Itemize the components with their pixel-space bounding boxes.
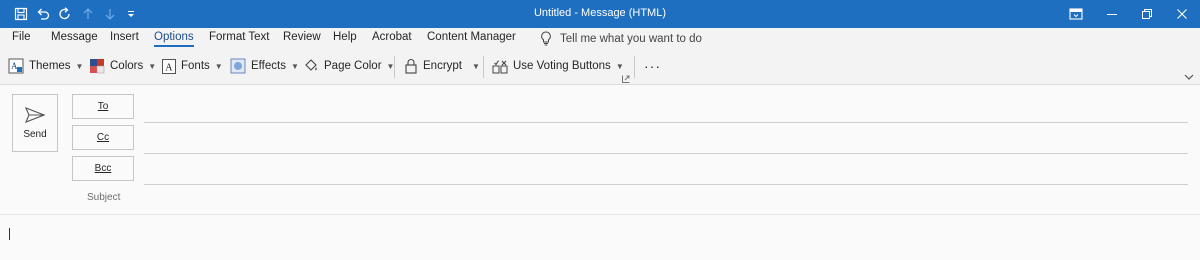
page-color-label: Page Color [324,60,382,72]
chevron-down-icon: ▼ [148,61,157,71]
effects-button[interactable]: Effects ▼ [230,56,299,76]
page-color-button[interactable]: Page Color ▼ [303,56,394,76]
chevron-down-icon: ▼ [472,61,480,71]
fonts-button[interactable]: A Fonts ▼ [162,56,223,76]
bcc-field[interactable] [144,184,1188,185]
tab-acrobat[interactable]: Acrobat [372,31,412,43]
voting-icon [492,60,508,74]
close-icon[interactable] [1164,0,1200,28]
bcc-label: Bcc [94,163,112,174]
restore-icon[interactable] [1129,0,1165,28]
subject-field[interactable] [144,189,1188,209]
to-field[interactable] [144,122,1188,123]
down-arrow-icon[interactable] [99,0,121,28]
tab-help[interactable]: Help [333,31,357,43]
svg-text:A: A [11,61,18,71]
voting-label: Use Voting Buttons [513,60,611,72]
ribbon-options: A Themes ▼ Colors ▼ A Fonts ▼ Effects ▼ Page… [0,50,1200,85]
ribbon-display-options-icon[interactable] [1058,0,1094,28]
paint-bucket-icon [305,59,317,71]
tab-content-manager[interactable]: Content Manager [427,31,516,43]
send-label: Send [23,128,47,140]
subject-label: Subject [87,192,121,203]
customize-qat-icon[interactable] [120,0,142,28]
send-button[interactable]: Send [12,94,58,152]
tab-review[interactable]: Review [283,31,321,43]
colors-label: Colors [110,60,144,72]
text-cursor [9,228,10,240]
chevron-down-icon: ▼ [615,61,624,71]
cc-label: Cc [96,132,110,143]
chevron-down-icon: ▼ [290,61,299,71]
chevron-down-icon: ▼ [214,61,223,71]
colors-icon [90,59,105,74]
title-bar: Untitled - Message (HTML) [0,0,1200,28]
cc-button[interactable]: Cc [72,125,134,150]
to-label: To [97,101,109,112]
cc-field[interactable] [144,153,1188,154]
effects-label: Effects [251,60,286,72]
send-icon [25,106,45,123]
lock-icon [405,59,417,74]
voting-buttons-button[interactable]: Use Voting Buttons ▼ [492,56,624,76]
message-body[interactable] [0,215,1200,260]
window-title: Untitled - Message (HTML) [533,7,667,19]
tab-insert[interactable]: Insert [110,31,139,43]
more-commands-button[interactable]: ··· [644,56,661,76]
bcc-button[interactable]: Bcc [72,156,134,181]
collapse-ribbon-icon[interactable] [1184,70,1194,84]
lightbulb-icon [541,31,551,46]
tab-message[interactable]: Message [51,31,98,43]
tab-options[interactable]: Options [154,31,194,47]
effects-icon [230,58,246,74]
themes-label: Themes [29,60,71,72]
encrypt-button[interactable]: Encrypt ▼ [404,56,480,76]
dialog-launcher-icon[interactable] [622,72,630,86]
svg-text:A: A [165,62,173,73]
up-arrow-icon[interactable] [77,0,99,28]
ribbon-separator [634,56,635,78]
ribbon-separator [483,56,484,78]
themes-button[interactable]: A Themes ▼ [8,56,83,76]
redo-icon[interactable] [54,0,76,28]
tab-format-text[interactable]: Format Text [209,31,270,43]
colors-button[interactable]: Colors ▼ [89,56,156,76]
tell-me-text: Tell me what you want to do [560,32,702,45]
fonts-icon: A [162,58,176,74]
chevron-down-icon: ▼ [75,61,84,71]
undo-icon[interactable] [32,0,54,28]
ribbon-separator [394,56,395,78]
themes-icon: A [8,58,24,74]
compose-area: Send To Cc Bcc Subject [0,85,1200,260]
ribbon-tabs: File Message Insert Options Format Text … [0,28,1200,50]
save-icon[interactable] [10,0,32,28]
encrypt-label: Encrypt [423,60,462,72]
tell-me-search[interactable]: Tell me what you want to do [540,31,702,46]
minimize-icon[interactable] [1094,0,1130,28]
to-button[interactable]: To [72,94,134,119]
tab-file[interactable]: File [12,31,31,43]
fonts-label: Fonts [181,60,210,72]
